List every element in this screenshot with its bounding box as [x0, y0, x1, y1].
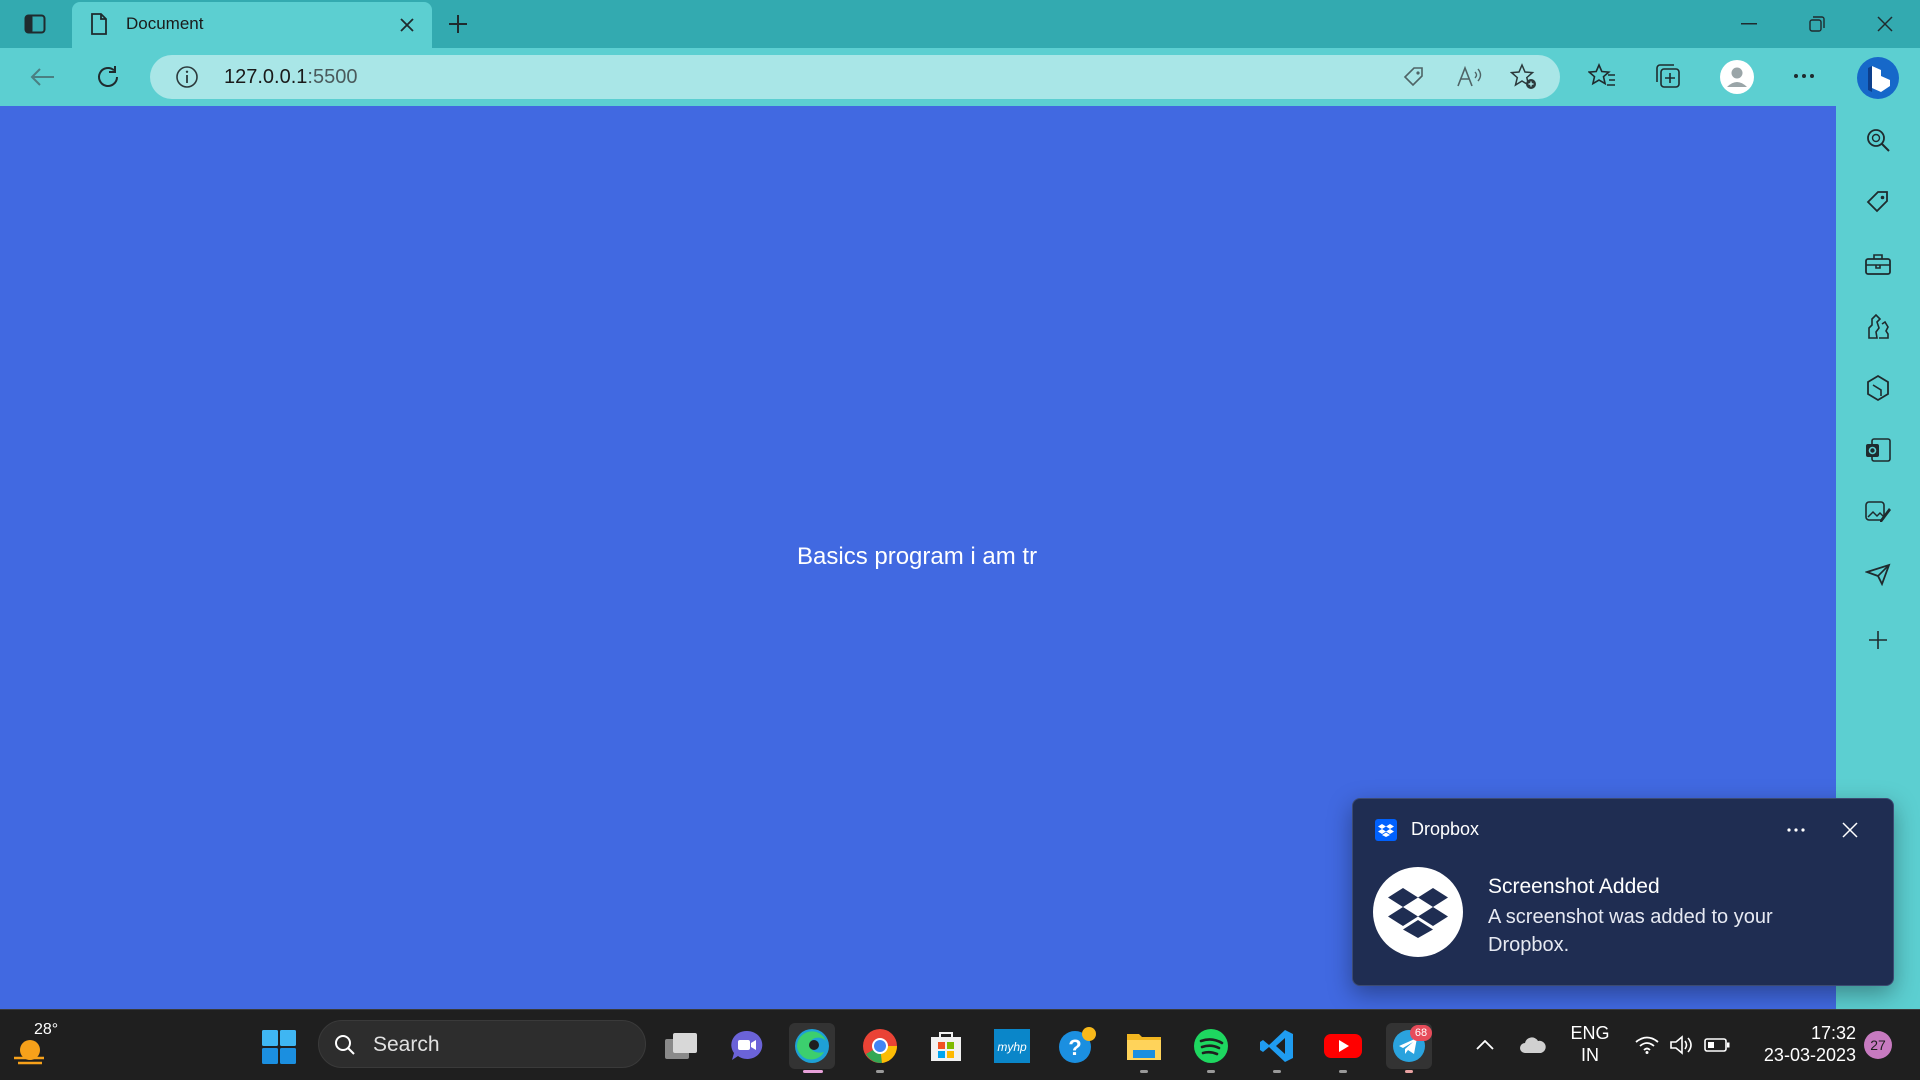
- new-tab-button[interactable]: [442, 8, 474, 40]
- clock-time: 17:32: [1810, 1023, 1856, 1043]
- page-icon: [90, 13, 108, 40]
- running-indicator: [876, 1070, 884, 1073]
- running-indicator: [1273, 1070, 1281, 1073]
- address-bar[interactable]: 127.0.0.1:5500: [150, 55, 1560, 99]
- svg-text:?: ?: [1068, 1035, 1081, 1060]
- send-icon[interactable]: [1856, 552, 1900, 596]
- collections-button[interactable]: [1650, 58, 1686, 94]
- taskbar-apps: myhp ? 68: [0, 1009, 1500, 1080]
- close-tab-icon[interactable]: [394, 12, 420, 38]
- myhp-icon[interactable]: myhp: [989, 1023, 1035, 1069]
- running-indicator: [1339, 1070, 1347, 1073]
- shopping-tag-icon[interactable]: [1856, 180, 1900, 224]
- microsoft-store-icon[interactable]: [923, 1023, 969, 1069]
- toast-title: Screenshot Added: [1488, 875, 1660, 898]
- onedrive-icon[interactable]: [1516, 1030, 1550, 1060]
- chrome-icon[interactable]: [857, 1023, 903, 1073]
- spotify-icon[interactable]: [1188, 1023, 1234, 1073]
- notification-center-badge[interactable]: 27: [1864, 1031, 1892, 1059]
- url-port: :5500: [307, 66, 358, 88]
- restore-button[interactable]: [1794, 6, 1840, 42]
- task-view-icon[interactable]: [658, 1023, 704, 1069]
- close-window-button[interactable]: [1862, 6, 1908, 42]
- youtube-icon[interactable]: [1320, 1023, 1366, 1073]
- edge-taskbar-icon[interactable]: [789, 1023, 835, 1073]
- dropbox-small-icon: [1375, 819, 1397, 841]
- show-hidden-icons-chevron-icon[interactable]: [1470, 1030, 1500, 1060]
- add-favorite-icon[interactable]: [1510, 63, 1538, 91]
- active-indicator: [803, 1070, 823, 1073]
- tab-title: Document: [126, 14, 204, 33]
- profile-avatar[interactable]: [1718, 58, 1756, 96]
- url-host: 127.0.0.1: [224, 66, 308, 88]
- wifi-icon[interactable]: [1632, 1030, 1662, 1060]
- site-info-icon[interactable]: [174, 64, 200, 90]
- bing-chat-icon[interactable]: [1852, 52, 1904, 104]
- favorites-button[interactable]: [1584, 58, 1620, 94]
- file-explorer-icon[interactable]: [1121, 1023, 1167, 1073]
- games-icon[interactable]: [1856, 304, 1900, 348]
- language-indicator[interactable]: ENG IN: [1560, 1022, 1620, 1066]
- svg-text:myhp: myhp: [997, 1040, 1027, 1054]
- telegram-icon[interactable]: 68: [1386, 1023, 1432, 1073]
- region-code: IN: [1581, 1045, 1599, 1065]
- search-icon[interactable]: [1856, 118, 1900, 162]
- image-creator-icon[interactable]: [1856, 490, 1900, 534]
- tab-document[interactable]: Document: [72, 2, 432, 48]
- running-indicator: [1140, 1070, 1148, 1073]
- language-code: ENG: [1570, 1023, 1610, 1043]
- running-indicator: [1207, 1070, 1215, 1073]
- notification-toast[interactable]: Dropbox Screenshot Added A screenshot wa…: [1352, 798, 1894, 986]
- toast-body: A screenshot was added to your Dropbox.: [1488, 906, 1773, 956]
- minimize-button[interactable]: [1726, 6, 1772, 42]
- tools-icon[interactable]: [1856, 242, 1900, 286]
- battery-icon[interactable]: [1702, 1030, 1732, 1060]
- running-indicator: [1405, 1070, 1413, 1073]
- dropbox-logo: [1373, 867, 1463, 957]
- toast-close-icon[interactable]: [1835, 815, 1865, 845]
- teams-chat-icon[interactable]: [724, 1023, 770, 1069]
- clock-date: 23-03-2023: [1763, 1045, 1856, 1065]
- tag-icon[interactable]: [1400, 63, 1428, 91]
- back-button[interactable]: [20, 56, 64, 98]
- read-aloud-icon[interactable]: [1455, 63, 1483, 91]
- add-sidebar-app-icon[interactable]: [1856, 618, 1900, 662]
- tab-actions-icon[interactable]: [18, 8, 52, 40]
- toast-more-icon[interactable]: [1781, 815, 1811, 845]
- outlook-icon[interactable]: [1856, 428, 1900, 472]
- clock[interactable]: 17:32 23-03-2023: [1746, 1022, 1856, 1066]
- toast-app-name: Dropbox: [1411, 819, 1480, 839]
- more-options-icon[interactable]: [1786, 58, 1822, 94]
- telegram-unread-badge: 68: [1410, 1025, 1432, 1041]
- page-text: Basics program i am tr: [797, 543, 1038, 570]
- get-help-icon[interactable]: ?: [1055, 1023, 1101, 1069]
- volume-icon[interactable]: [1666, 1030, 1696, 1060]
- office-icon[interactable]: [1856, 366, 1900, 410]
- vscode-icon[interactable]: [1254, 1023, 1300, 1073]
- refresh-button[interactable]: [86, 56, 130, 98]
- notification-count: 27: [1870, 1037, 1886, 1053]
- url-text: 127.0.0.1:5500: [224, 66, 357, 89]
